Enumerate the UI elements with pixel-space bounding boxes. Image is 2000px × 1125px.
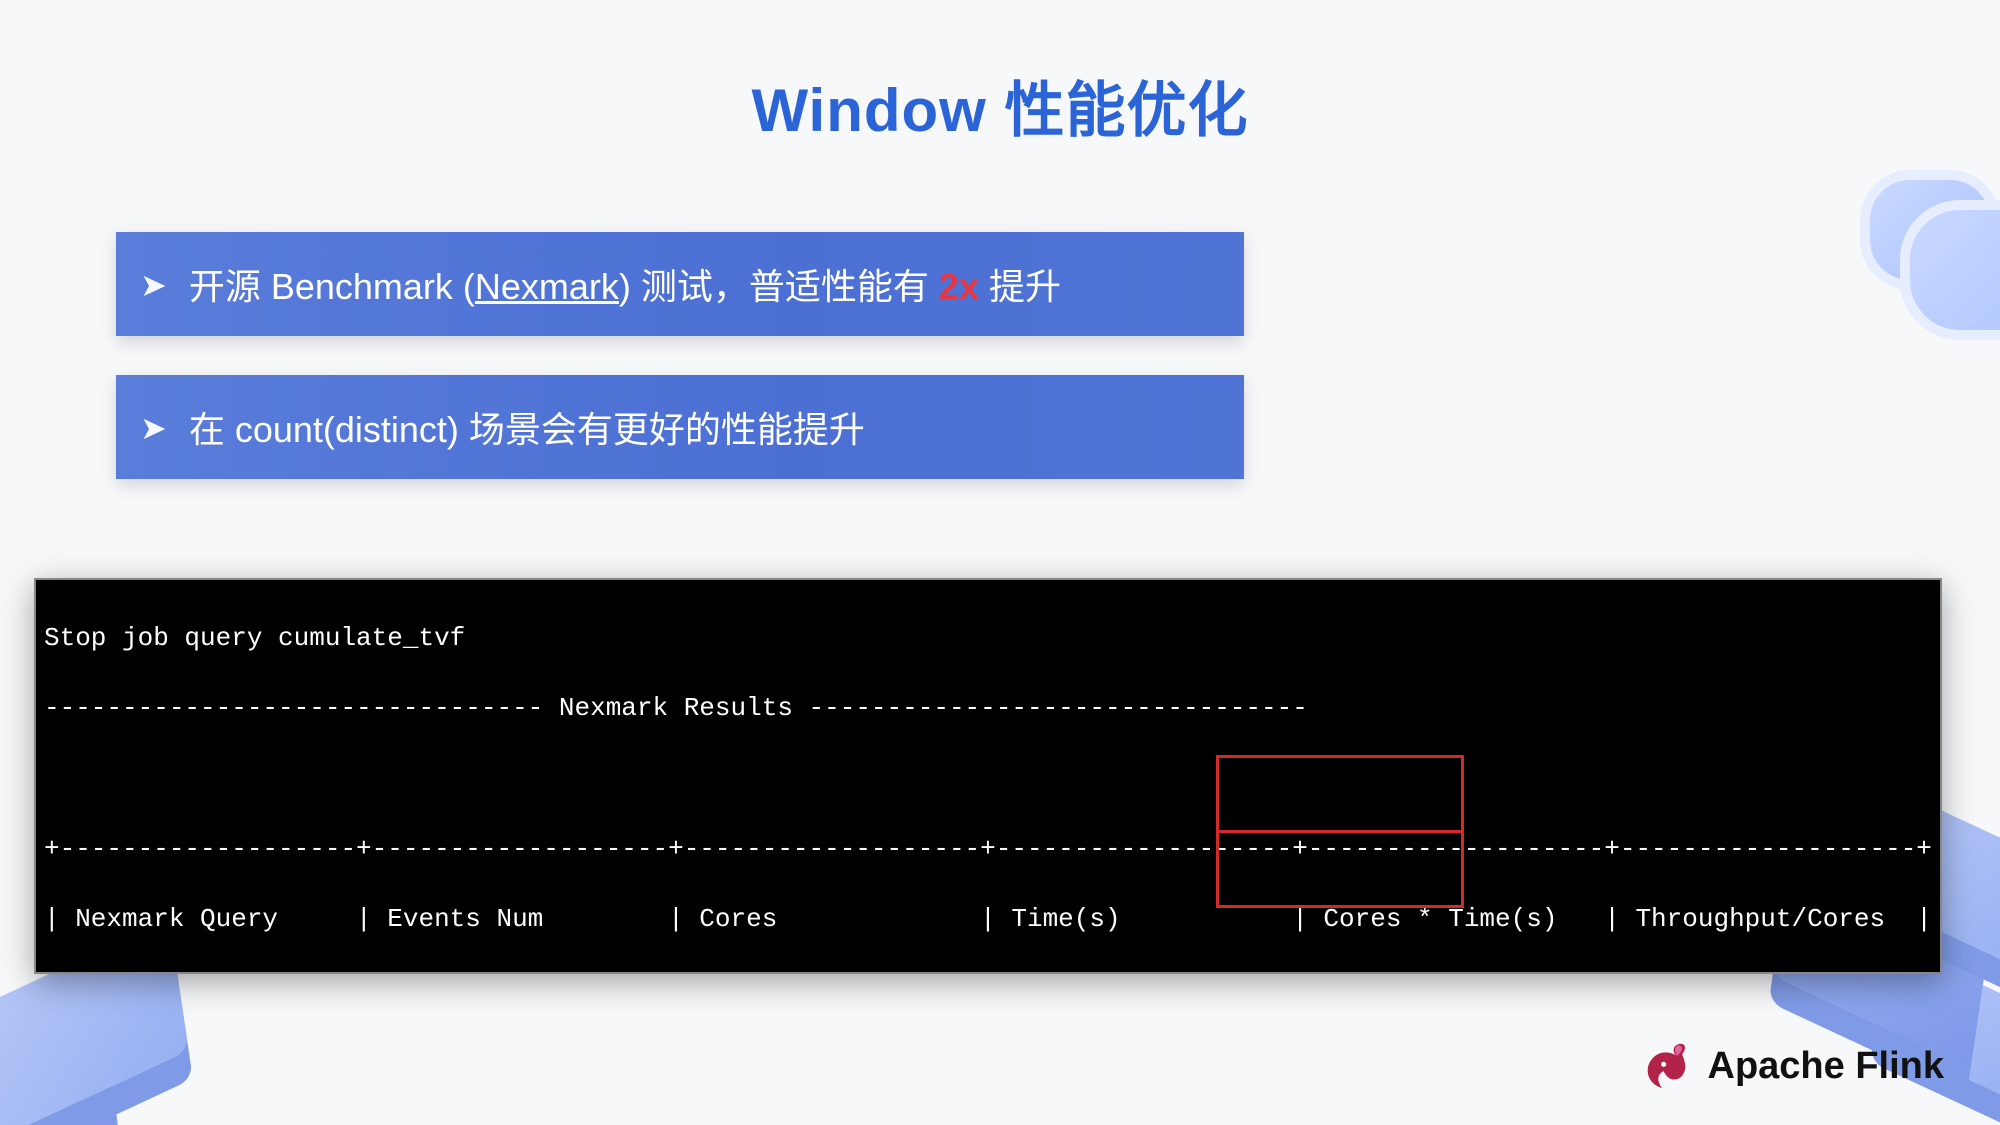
bullet-2-text: 在 count(distinct) 场景会有更好的性能提升 — [189, 401, 865, 453]
terminal-sep: +-------------------+-------------------… — [44, 972, 1932, 974]
bullet-2: 在 count(distinct) 场景会有更好的性能提升 — [116, 375, 1244, 479]
terminal-line: Stop job query cumulate_tvf — [44, 621, 1932, 656]
bullet-arrow-icon — [140, 406, 171, 448]
bullet-1-text: 开源 Benchmark (Nexmark) 测试，普适性能有 2x 提升 — [189, 258, 1061, 310]
slide-title: Window 性能优化 — [0, 62, 2000, 149]
nexmark-link[interactable]: Nexmark — [475, 266, 619, 307]
deco-cloud-right — [1840, 170, 2000, 350]
terminal-sep: +-------------------+-------------------… — [44, 832, 1932, 867]
terminal-cols: | Nexmark Query | Events Num | Cores | T… — [44, 902, 1932, 937]
footer-logo: Apache Flink — [1640, 1039, 1945, 1093]
bullet-1: 开源 Benchmark (Nexmark) 测试，普适性能有 2x 提升 — [116, 232, 1244, 336]
flink-squirrel-icon — [1640, 1039, 1694, 1093]
terminal-line: -------------------------------- Nexmark… — [44, 691, 1932, 726]
footer-brand-text: Apache Flink — [1708, 1045, 1945, 1088]
terminal-line — [44, 761, 1932, 796]
bullet-arrow-icon — [140, 263, 171, 305]
terminal-output: Stop job query cumulate_tvf ------------… — [34, 578, 1942, 974]
